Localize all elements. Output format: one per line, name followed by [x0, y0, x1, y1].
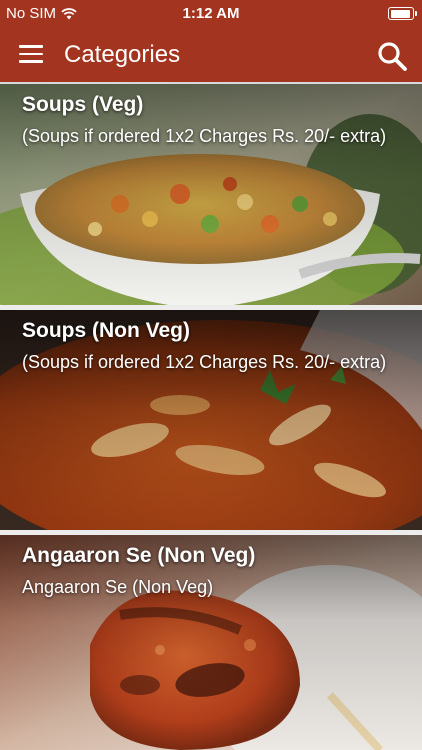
category-card-angaaron-se-non-veg[interactable]: Angaaron Se (Non Veg) Angaaron Se (Non V… [0, 535, 422, 750]
category-text: Soups (Non Veg) (Soups if ordered 1x2 Ch… [22, 318, 392, 374]
category-list: Soups (Veg) (Soups if ordered 1x2 Charge… [0, 84, 422, 750]
category-description: Angaaron Se (Non Veg) [22, 577, 214, 597]
category-name: Soups (Non Veg) [22, 319, 190, 342]
app-screen: No SIM 1:12 AM Categories Soups (Veg) (S… [0, 0, 422, 750]
app-bar: Categories [0, 28, 422, 84]
status-time: 1:12 AM [182, 5, 240, 22]
category-description: (Soups if ordered 1x2 Charges Rs. 20/- e… [22, 126, 387, 146]
category-card-soups-veg[interactable]: Soups (Veg) (Soups if ordered 1x2 Charge… [0, 84, 422, 305]
category-text: Soups (Veg) (Soups if ordered 1x2 Charge… [22, 92, 392, 148]
category-card-soups-non-veg[interactable]: Soups (Non Veg) (Soups if ordered 1x2 Ch… [0, 310, 422, 530]
category-description: (Soups if ordered 1x2 Charges Rs. 20/- e… [22, 352, 387, 372]
battery-icon [388, 7, 417, 20]
category-name: Soups (Veg) [22, 93, 144, 116]
category-text: Angaaron Se (Non Veg) Angaaron Se (Non V… [22, 543, 392, 599]
search-icon[interactable] [376, 40, 408, 72]
category-name: Angaaron Se (Non Veg) [22, 544, 256, 567]
status-bar: No SIM 1:12 AM [0, 0, 422, 28]
battery-level-fill [390, 9, 411, 18]
hamburger-menu-icon[interactable] [19, 45, 43, 63]
page-title: Categories [64, 41, 181, 68]
